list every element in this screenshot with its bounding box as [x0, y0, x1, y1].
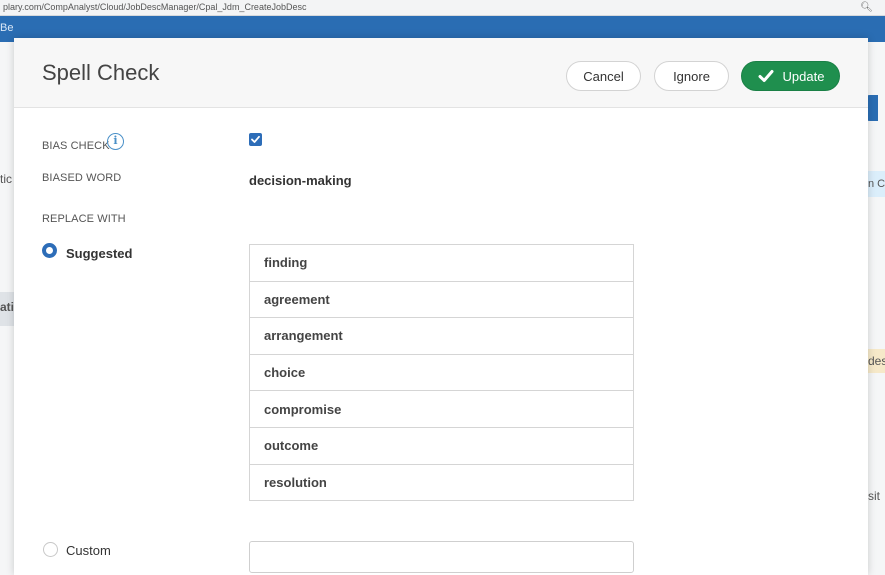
custom-radio[interactable] — [43, 542, 58, 557]
background-header-text: Be — [0, 22, 14, 34]
suggestion-item[interactable]: choice — [249, 353, 634, 392]
biased-word-value: decision-making — [249, 173, 352, 188]
background-fragment: n Co — [868, 178, 885, 190]
biased-word-label: BIASED WORD — [42, 172, 122, 184]
info-icon[interactable]: i — [107, 133, 124, 150]
suggestion-item[interactable]: resolution — [249, 463, 634, 502]
custom-radio-label[interactable]: Custom — [66, 543, 111, 558]
background-fragment: sit — [868, 489, 880, 503]
dialog-header: Spell Check Cancel Ignore Update — [14, 38, 868, 108]
bias-check-label: BIAS CHECK — [42, 140, 110, 152]
update-button[interactable]: Update — [741, 61, 840, 91]
bias-check-checkbox[interactable] — [249, 133, 262, 146]
checkmark-icon — [251, 135, 260, 143]
url-text[interactable]: plary.com/CompAnalyst/Cloud/JobDescManag… — [3, 2, 306, 12]
suggestion-item[interactable]: finding — [249, 244, 634, 282]
ignore-button[interactable]: Ignore — [654, 61, 729, 91]
dialog-title: Spell Check — [42, 60, 160, 85]
checkmark-icon — [758, 70, 774, 82]
cancel-button[interactable]: Cancel — [566, 61, 641, 91]
custom-replacement-input[interactable] — [249, 541, 634, 573]
background-fragment: tic — [0, 172, 12, 186]
suggestion-item[interactable]: outcome — [249, 426, 634, 465]
background-fragment: ati — [0, 300, 15, 314]
background-fragment: des — [868, 354, 885, 368]
suggestion-list: finding agreement arrangement choice com… — [249, 244, 634, 502]
browser-url-bar[interactable]: plary.com/CompAnalyst/Cloud/JobDescManag… — [0, 0, 885, 16]
suggestion-item[interactable]: arrangement — [249, 317, 634, 355]
suggestion-item[interactable]: compromise — [249, 390, 634, 428]
suggested-radio[interactable] — [42, 243, 57, 258]
spell-check-dialog: Spell Check Cancel Ignore Update BIAS CH… — [14, 38, 868, 575]
magnifier-icon[interactable]: 🔍︎ — [860, 0, 873, 15]
update-button-label: Update — [782, 68, 825, 84]
suggestion-item[interactable]: agreement — [249, 280, 634, 319]
suggested-radio-label[interactable]: Suggested — [66, 246, 132, 261]
replace-with-label: REPLACE WITH — [42, 213, 126, 225]
